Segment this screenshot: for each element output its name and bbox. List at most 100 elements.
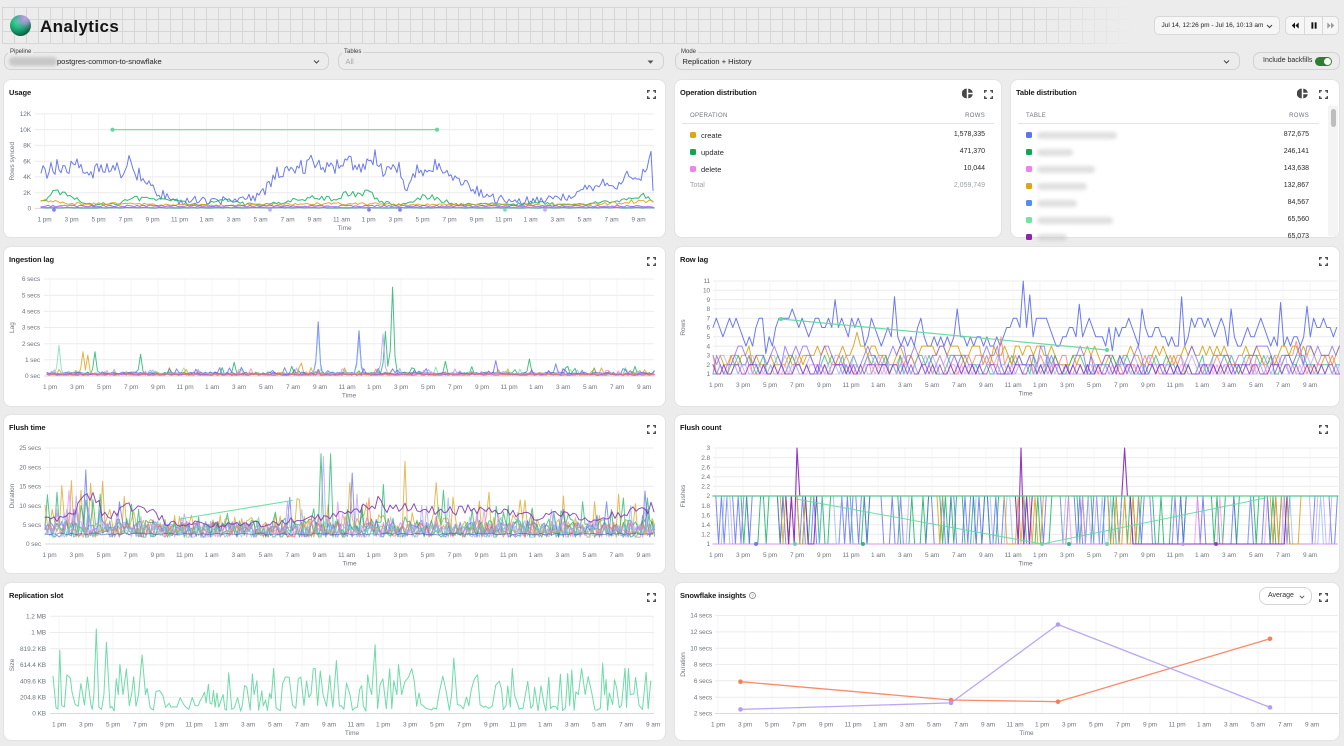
svg-text:1 pm: 1 pm	[376, 721, 390, 728]
svg-text:2 secs: 2 secs	[694, 710, 713, 717]
svg-text:9 am: 9 am	[631, 217, 645, 224]
svg-text:0 KB: 0 KB	[32, 710, 46, 717]
svg-text:3 pm: 3 pm	[79, 721, 93, 728]
svg-text:2.4: 2.4	[701, 474, 710, 481]
svg-text:9 pm: 9 pm	[160, 721, 174, 728]
svg-text:7 am: 7 am	[1278, 721, 1292, 728]
svg-text:11 pm: 11 pm	[185, 721, 202, 728]
svg-text:3 pm: 3 pm	[736, 382, 750, 389]
svg-text:11 pm: 11 pm	[842, 382, 859, 389]
svg-text:5 pm: 5 pm	[420, 552, 434, 559]
svg-text:1 pm: 1 pm	[367, 384, 381, 391]
svg-text:Time: Time	[345, 730, 360, 737]
svg-text:9 pm: 9 pm	[1141, 382, 1155, 389]
svg-text:5 secs: 5 secs	[22, 292, 41, 299]
svg-text:3 pm: 3 pm	[736, 552, 750, 559]
svg-text:7 am: 7 am	[952, 552, 966, 559]
svg-text:Time: Time	[1018, 391, 1033, 398]
svg-text:8: 8	[706, 306, 710, 313]
svg-text:5 pm: 5 pm	[763, 552, 777, 559]
svg-text:9: 9	[706, 297, 710, 304]
svg-text:11 pm: 11 pm	[844, 721, 861, 728]
svg-text:7 am: 7 am	[954, 721, 968, 728]
svg-text:7 pm: 7 pm	[1114, 382, 1128, 389]
svg-text:14 secs: 14 secs	[690, 612, 713, 619]
svg-text:1 am: 1 am	[529, 384, 543, 391]
svg-text:5 am: 5 am	[1249, 382, 1263, 389]
svg-text:11 pm: 11 pm	[495, 217, 512, 224]
svg-text:9 pm: 9 pm	[469, 217, 483, 224]
svg-text:5 pm: 5 pm	[430, 721, 444, 728]
svg-text:1: 1	[706, 541, 710, 548]
svg-text:5 pm: 5 pm	[96, 552, 110, 559]
svg-text:7 am: 7 am	[952, 382, 966, 389]
svg-text:1.2: 1.2	[701, 531, 710, 538]
svg-text:11 am: 11 am	[338, 384, 355, 391]
svg-text:7 pm: 7 pm	[457, 721, 471, 728]
svg-text:Duration: Duration	[680, 651, 687, 676]
svg-text:5 pm: 5 pm	[763, 382, 777, 389]
svg-text:9 am: 9 am	[307, 217, 321, 224]
svg-text:5 am: 5 am	[1251, 721, 1265, 728]
svg-text:3 am: 3 am	[900, 721, 914, 728]
svg-text:1.2 MB: 1.2 MB	[26, 613, 46, 620]
svg-text:5 am: 5 am	[577, 217, 591, 224]
svg-text:5 am: 5 am	[259, 384, 273, 391]
svg-text:5 pm: 5 pm	[1089, 721, 1103, 728]
svg-text:9 am: 9 am	[979, 552, 993, 559]
svg-text:3 pm: 3 pm	[393, 552, 407, 559]
svg-text:3 pm: 3 pm	[738, 721, 752, 728]
svg-text:7 am: 7 am	[1276, 552, 1290, 559]
svg-text:7 am: 7 am	[1276, 382, 1290, 389]
svg-text:5 pm: 5 pm	[106, 721, 120, 728]
svg-text:11 pm: 11 pm	[171, 217, 188, 224]
svg-text:Time: Time	[1018, 560, 1033, 567]
svg-text:1 am: 1 am	[538, 721, 552, 728]
svg-text:6K: 6K	[23, 158, 32, 165]
svg-text:12K: 12K	[20, 111, 32, 118]
svg-text:9 am: 9 am	[636, 552, 650, 559]
svg-text:3 am: 3 am	[1224, 721, 1238, 728]
svg-text:2K: 2K	[23, 190, 32, 197]
svg-text:7 am: 7 am	[285, 552, 299, 559]
svg-text:3: 3	[706, 353, 710, 360]
svg-text:Time: Time	[342, 560, 357, 567]
svg-text:4K: 4K	[23, 174, 32, 181]
svg-text:15 secs: 15 secs	[19, 483, 42, 490]
svg-text:2.6: 2.6	[701, 464, 710, 471]
svg-text:7 pm: 7 pm	[447, 552, 461, 559]
svg-text:11 am: 11 am	[1006, 721, 1023, 728]
svg-text:9 am: 9 am	[313, 384, 327, 391]
svg-text:3 am: 3 am	[565, 721, 579, 728]
svg-text:3 pm: 3 pm	[1060, 552, 1074, 559]
svg-text:7 pm: 7 pm	[442, 217, 456, 224]
svg-text:3 am: 3 am	[555, 552, 569, 559]
svg-text:1 pm: 1 pm	[711, 721, 725, 728]
svg-text:5 am: 5 am	[582, 552, 596, 559]
svg-text:7 pm: 7 pm	[1114, 552, 1128, 559]
svg-text:3 am: 3 am	[231, 552, 245, 559]
svg-text:1 sec: 1 sec	[25, 357, 41, 364]
svg-text:5: 5	[706, 334, 710, 341]
svg-text:5 pm: 5 pm	[97, 384, 111, 391]
svg-text:2.8: 2.8	[701, 454, 710, 461]
svg-text:7 pm: 7 pm	[1116, 721, 1130, 728]
svg-text:5 pm: 5 pm	[421, 384, 435, 391]
svg-text:3 am: 3 am	[241, 721, 255, 728]
svg-text:3 pm: 3 pm	[388, 217, 402, 224]
svg-text:2: 2	[706, 493, 710, 500]
svg-text:9 pm: 9 pm	[474, 552, 488, 559]
svg-text:8 secs: 8 secs	[694, 661, 713, 668]
svg-text:3 pm: 3 pm	[1060, 382, 1074, 389]
svg-text:5 pm: 5 pm	[765, 721, 779, 728]
svg-text:Duration: Duration	[9, 483, 16, 508]
svg-text:1 pm: 1 pm	[52, 721, 66, 728]
svg-text:9 pm: 9 pm	[151, 384, 165, 391]
svg-text:7 pm: 7 pm	[790, 552, 804, 559]
svg-text:11 pm: 11 pm	[842, 552, 859, 559]
svg-text:3 am: 3 am	[898, 552, 912, 559]
svg-text:9 pm: 9 pm	[1141, 552, 1155, 559]
svg-text:5 am: 5 am	[925, 382, 939, 389]
svg-text:7 pm: 7 pm	[118, 217, 132, 224]
svg-text:5 am: 5 am	[268, 721, 282, 728]
